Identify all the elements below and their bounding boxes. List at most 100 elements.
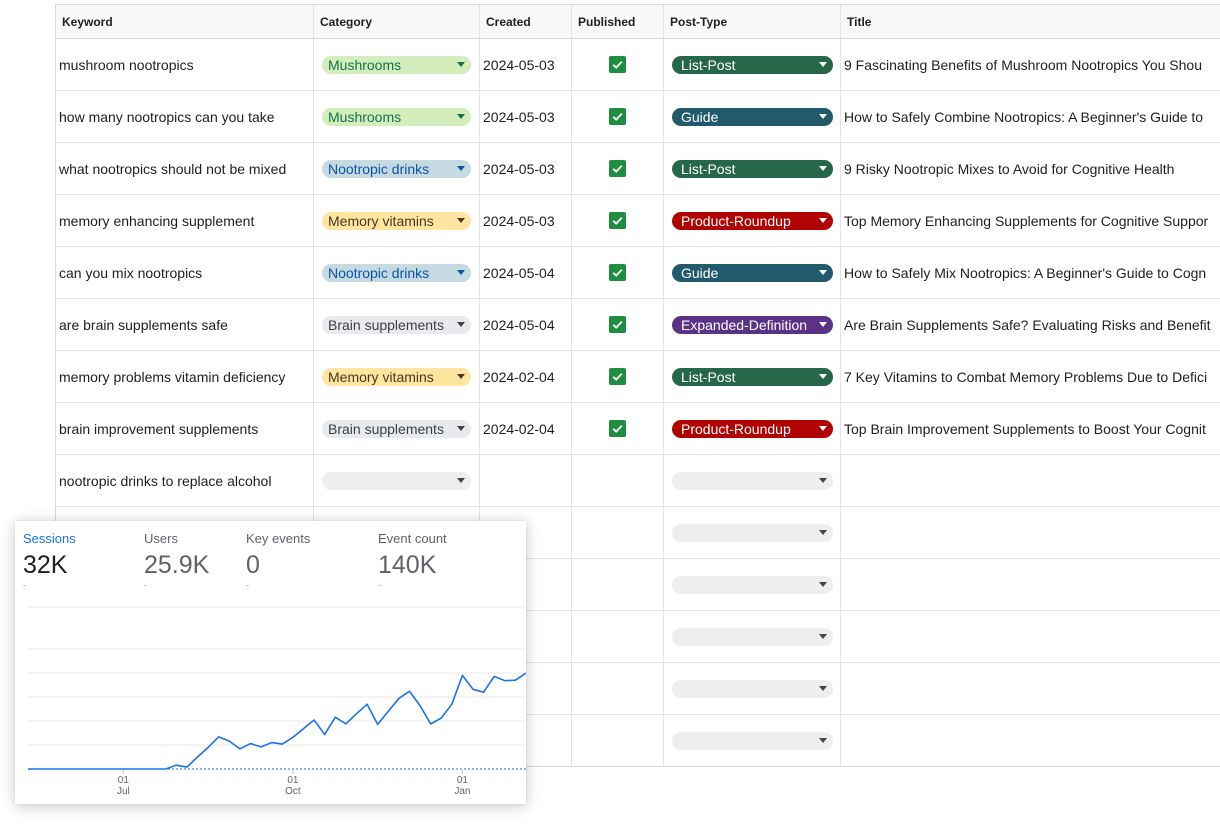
dropdown-arrow-icon[interactable] bbox=[457, 270, 465, 275]
keyword-cell[interactable]: mushroom nootropics bbox=[56, 39, 314, 90]
category-cell[interactable]: Nootropic drinks bbox=[314, 247, 480, 298]
dropdown-arrow-icon[interactable] bbox=[457, 166, 465, 171]
title-cell[interactable]: How to Safely Combine Nootropics: A Begi… bbox=[841, 91, 1220, 142]
category-dropdown[interactable]: Nootropic drinks bbox=[322, 159, 471, 178]
post-type-cell[interactable] bbox=[664, 455, 841, 506]
checkbox-checked-icon[interactable] bbox=[609, 56, 626, 73]
keyword-cell[interactable]: brain improvement supplements bbox=[56, 403, 314, 454]
category-dropdown[interactable]: Mushrooms bbox=[322, 55, 471, 74]
column-header-category[interactable]: Category bbox=[314, 5, 480, 38]
dropdown-arrow-icon[interactable] bbox=[819, 62, 827, 67]
title-cell[interactable] bbox=[841, 715, 1220, 766]
title-cell[interactable]: Are Brain Supplements Safe? Evaluating R… bbox=[841, 299, 1220, 350]
published-cell[interactable] bbox=[572, 247, 664, 298]
column-header-post-type[interactable]: Post-Type bbox=[664, 5, 841, 38]
post-type-cell[interactable]: List-Post bbox=[664, 351, 841, 402]
column-header-published[interactable]: Published bbox=[572, 5, 664, 38]
keyword-cell[interactable]: memory enhancing supplement bbox=[56, 195, 314, 246]
post-type-dropdown[interactable]: Product-Roundup bbox=[672, 211, 833, 230]
post-type-dropdown[interactable] bbox=[672, 679, 833, 698]
post-type-cell[interactable]: Product-Roundup bbox=[664, 403, 841, 454]
created-cell[interactable]: 2024-02-04 bbox=[480, 351, 572, 402]
keyword-cell[interactable]: memory problems vitamin deficiency bbox=[56, 351, 314, 402]
category-cell[interactable]: Brain supplements bbox=[314, 403, 480, 454]
dropdown-arrow-icon[interactable] bbox=[819, 270, 827, 275]
dropdown-arrow-icon[interactable] bbox=[819, 166, 827, 171]
title-cell[interactable] bbox=[841, 455, 1220, 506]
created-cell[interactable] bbox=[480, 455, 572, 506]
published-cell[interactable] bbox=[572, 559, 664, 610]
post-type-cell[interactable] bbox=[664, 507, 841, 558]
dropdown-arrow-icon[interactable] bbox=[457, 322, 465, 327]
published-cell[interactable] bbox=[572, 403, 664, 454]
published-cell[interactable] bbox=[572, 455, 664, 506]
dropdown-arrow-icon[interactable] bbox=[457, 114, 465, 119]
published-cell[interactable] bbox=[572, 507, 664, 558]
category-dropdown[interactable]: Memory vitamins bbox=[322, 211, 471, 230]
column-header-keyword[interactable]: Keyword bbox=[56, 5, 314, 38]
column-header-title[interactable]: Title bbox=[841, 5, 1220, 38]
category-cell[interactable] bbox=[314, 455, 480, 506]
category-cell[interactable]: Mushrooms bbox=[314, 91, 480, 142]
post-type-dropdown[interactable]: Guide bbox=[672, 263, 833, 282]
published-cell[interactable] bbox=[572, 299, 664, 350]
dropdown-arrow-icon[interactable] bbox=[819, 582, 827, 587]
dropdown-arrow-icon[interactable] bbox=[819, 686, 827, 691]
dropdown-arrow-icon[interactable] bbox=[457, 62, 465, 67]
post-type-cell[interactable] bbox=[664, 559, 841, 610]
category-dropdown[interactable] bbox=[322, 471, 471, 490]
category-cell[interactable]: Memory vitamins bbox=[314, 351, 480, 402]
checkbox-checked-icon[interactable] bbox=[609, 316, 626, 333]
created-cell[interactable]: 2024-05-03 bbox=[480, 39, 572, 90]
title-cell[interactable]: Top Memory Enhancing Supplements for Cog… bbox=[841, 195, 1220, 246]
post-type-cell[interactable] bbox=[664, 611, 841, 662]
keyword-cell[interactable]: what nootropics should not be mixed bbox=[56, 143, 314, 194]
category-cell[interactable]: Memory vitamins bbox=[314, 195, 480, 246]
post-type-dropdown[interactable] bbox=[672, 627, 833, 646]
post-type-dropdown[interactable]: List-Post bbox=[672, 55, 833, 74]
category-cell[interactable]: Mushrooms bbox=[314, 39, 480, 90]
title-cell[interactable]: 7 Key Vitamins to Combat Memory Problems… bbox=[841, 351, 1220, 402]
published-cell[interactable] bbox=[572, 195, 664, 246]
post-type-dropdown[interactable]: Guide bbox=[672, 107, 833, 126]
checkbox-checked-icon[interactable] bbox=[609, 108, 626, 125]
title-cell[interactable] bbox=[841, 611, 1220, 662]
category-dropdown[interactable]: Brain supplements bbox=[322, 419, 471, 438]
category-cell[interactable]: Nootropic drinks bbox=[314, 143, 480, 194]
post-type-cell[interactable]: Expanded-Definition bbox=[664, 299, 841, 350]
dropdown-arrow-icon[interactable] bbox=[819, 738, 827, 743]
post-type-dropdown[interactable] bbox=[672, 523, 833, 542]
category-dropdown[interactable]: Mushrooms bbox=[322, 107, 471, 126]
post-type-dropdown[interactable]: Expanded-Definition bbox=[672, 315, 833, 334]
title-cell[interactable] bbox=[841, 559, 1220, 610]
dropdown-arrow-icon[interactable] bbox=[819, 530, 827, 535]
dropdown-arrow-icon[interactable] bbox=[819, 426, 827, 431]
title-cell[interactable]: 9 Fascinating Benefits of Mushroom Nootr… bbox=[841, 39, 1220, 90]
dropdown-arrow-icon[interactable] bbox=[457, 218, 465, 223]
column-header-created[interactable]: Created bbox=[480, 5, 572, 38]
post-type-dropdown[interactable] bbox=[672, 575, 833, 594]
published-cell[interactable] bbox=[572, 143, 664, 194]
created-cell[interactable]: 2024-05-03 bbox=[480, 143, 572, 194]
checkbox-checked-icon[interactable] bbox=[609, 160, 626, 177]
post-type-cell[interactable]: Guide bbox=[664, 247, 841, 298]
title-cell[interactable]: How to Safely Mix Nootropics: A Beginner… bbox=[841, 247, 1220, 298]
dropdown-arrow-icon[interactable] bbox=[457, 374, 465, 379]
created-cell[interactable]: 2024-05-04 bbox=[480, 299, 572, 350]
published-cell[interactable] bbox=[572, 91, 664, 142]
checkbox-checked-icon[interactable] bbox=[609, 264, 626, 281]
post-type-dropdown[interactable]: List-Post bbox=[672, 159, 833, 178]
dropdown-arrow-icon[interactable] bbox=[819, 634, 827, 639]
dropdown-arrow-icon[interactable] bbox=[457, 478, 465, 483]
dropdown-arrow-icon[interactable] bbox=[819, 478, 827, 483]
post-type-cell[interactable] bbox=[664, 663, 841, 714]
keyword-cell[interactable]: can you mix nootropics bbox=[56, 247, 314, 298]
category-dropdown[interactable]: Memory vitamins bbox=[322, 367, 471, 386]
post-type-cell[interactable]: Product-Roundup bbox=[664, 195, 841, 246]
keyword-cell[interactable]: how many nootropics can you take bbox=[56, 91, 314, 142]
dropdown-arrow-icon[interactable] bbox=[819, 374, 827, 379]
post-type-dropdown[interactable] bbox=[672, 471, 833, 490]
category-dropdown[interactable]: Brain supplements bbox=[322, 315, 471, 334]
post-type-cell[interactable]: Guide bbox=[664, 91, 841, 142]
published-cell[interactable] bbox=[572, 611, 664, 662]
